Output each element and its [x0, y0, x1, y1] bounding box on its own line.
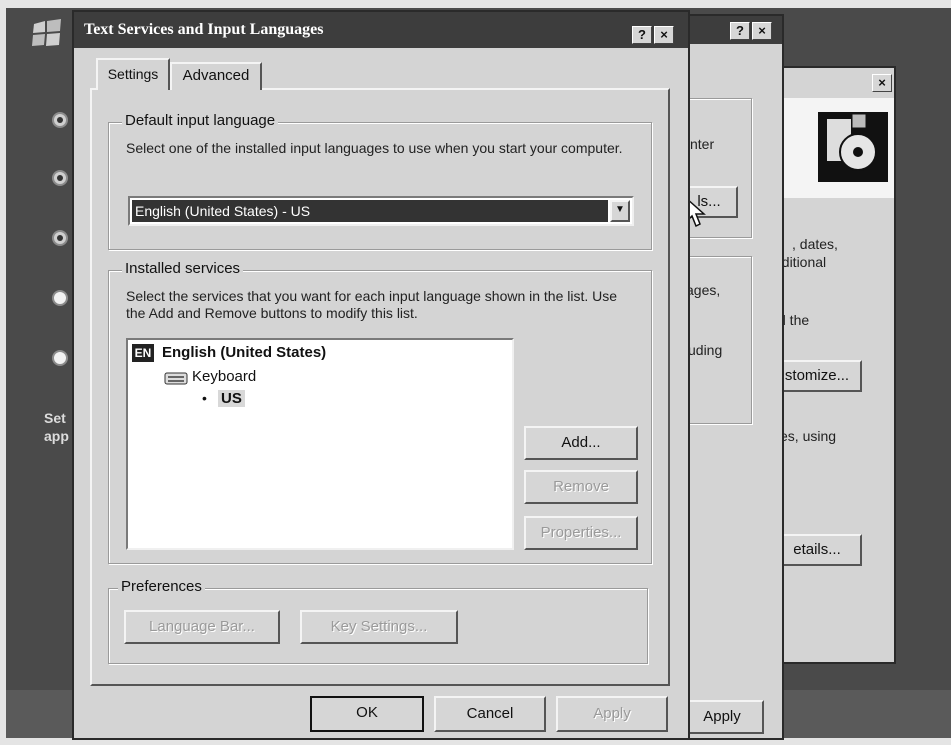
regional-text-using: es, using	[780, 428, 837, 444]
option-radio-5[interactable]	[52, 350, 68, 366]
bullet-icon: •	[202, 390, 207, 406]
desktop-side-text-1: Set	[44, 410, 66, 426]
default-language-label: Default input language	[122, 112, 279, 129]
services-tree-list[interactable]: EN English (United States) Keyboard • US	[126, 338, 514, 550]
chevron-down-icon[interactable]: ▼	[610, 200, 630, 222]
installed-services-label: Installed services	[122, 260, 244, 277]
option-radio-3[interactable]	[52, 230, 68, 246]
cancel-button[interactable]: Cancel	[434, 696, 546, 732]
desktop-side-text-2: app	[44, 428, 69, 444]
tree-layout-us[interactable]: US	[218, 390, 245, 407]
apply-button[interactable]: Apply	[556, 696, 668, 732]
tab-settings[interactable]: Settings	[96, 58, 170, 90]
details-button[interactable]: etails...	[772, 534, 862, 566]
text-services-dialog: Text Services and Input Languages ? × Se…	[72, 10, 690, 740]
regional-close-button[interactable]: ×	[872, 74, 892, 92]
windows-logo-icon	[32, 19, 61, 46]
default-language-description: Select one of the installed input langua…	[126, 140, 623, 156]
preferences-label: Preferences	[118, 578, 205, 595]
key-settings-button[interactable]: Key Settings...	[300, 610, 458, 644]
regional-text-dates: , dates,	[792, 236, 838, 252]
dialog-title: Text Services and Input Languages	[84, 21, 324, 38]
dialog-titlebar: Text Services and Input Languages	[74, 12, 688, 48]
remove-button[interactable]: Remove	[524, 470, 638, 504]
second-text-ages: ages,	[686, 282, 721, 298]
second-close-button[interactable]: ×	[752, 22, 772, 40]
option-radio-2[interactable]	[52, 170, 68, 186]
tree-language-name: English (United States)	[162, 344, 327, 361]
tree-category-keyboard[interactable]: Keyboard	[192, 368, 256, 385]
default-language-value: English (United States) - US	[132, 200, 608, 222]
default-language-select[interactable]: English (United States) - US ▼	[128, 196, 634, 226]
option-radio-1[interactable]	[52, 112, 68, 128]
option-radio-4[interactable]	[52, 290, 68, 306]
properties-button[interactable]: Properties...	[524, 516, 638, 550]
second-apply-button[interactable]: Apply	[680, 700, 764, 734]
regional-language-window: ? × nter ls... ages, uding Apply	[676, 14, 784, 740]
second-text-enter: nter	[690, 136, 715, 152]
add-button[interactable]: Add...	[524, 426, 638, 460]
tab-advanced[interactable]: Advanced	[170, 62, 262, 90]
dialog-help-button[interactable]: ?	[632, 26, 652, 44]
second-help-button[interactable]: ?	[730, 22, 750, 40]
installed-services-description: Select the services that you want for ea…	[126, 288, 618, 321]
language-code-badge: EN	[132, 344, 154, 362]
software-box-cd-icon	[818, 112, 888, 182]
customize-button[interactable]: stomize...	[772, 360, 862, 392]
dialog-close-button[interactable]: ×	[654, 26, 674, 44]
second-text-uding: uding	[688, 342, 723, 358]
keyboard-icon	[164, 372, 188, 385]
language-bar-button[interactable]: Language Bar...	[124, 610, 280, 644]
ok-button[interactable]: OK	[310, 696, 424, 732]
